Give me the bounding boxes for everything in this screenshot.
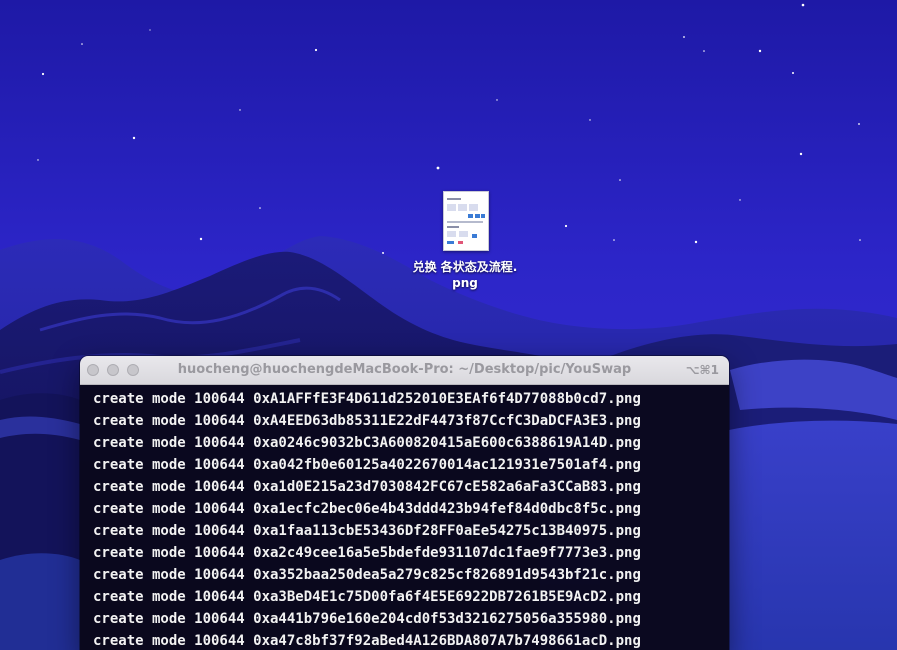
desktop-file-icon[interactable]: 兑换 各状态及流程.png [412,188,518,298]
terminal-window[interactable]: huocheng@huochengdeMacBook-Pro: ~/Deskto… [80,356,729,650]
terminal-line: create mode 100644 0xA4EED63db85311E22dF… [93,413,641,429]
file-name-label: 兑换 各状态及流程.png [412,260,518,290]
foreground-hills-bottom [0,553,80,650]
window-title: huocheng@huochengdeMacBook-Pro: ~/Deskto… [177,362,632,377]
terminal-line: create mode 100644 0xa1faa113cbE53436Df2… [93,523,641,539]
lake [729,420,897,650]
terminal-line: create mode 100644 0xa1d0E215a23d7030842… [93,479,641,495]
terminal-line: create mode 100644 0xa042fb0e60125a40226… [93,457,641,473]
terminal-line: create mode 100644 0xa47c8bf37f92aBed4A1… [93,633,641,649]
window-shortcut: ⌥⌘1 [685,363,719,377]
terminal-line: create mode 100644 0xA1AFFfE3F4D611d2520… [93,391,641,407]
terminal-line: create mode 100644 0xa0246c9032bC3A60082… [93,435,641,451]
terminal-output[interactable]: create mode 100644 0xA1AFFfE3F4D611d2520… [80,385,729,650]
terminal-line: create mode 100644 0xa1ecfc2bec06e4b43dd… [93,501,641,517]
png-thumbnail-icon [443,191,489,251]
terminal-line: create mode 100644 0xa2c49cee16a5e5bdefd… [93,545,641,561]
terminal-line: create mode 100644 0xa352baa250dea5a279c… [93,567,641,583]
desktop: 兑换 各状态及流程.png huocheng@huochengdeMacBook… [0,0,897,650]
terminal-titlebar[interactable]: huocheng@huochengdeMacBook-Pro: ~/Deskto… [80,356,729,385]
terminal-line: create mode 100644 0xa3BeD4E1c75D00fa6f4… [93,589,641,605]
terminal-line: create mode 100644 0xa441b796e160e204cd0… [93,611,641,627]
